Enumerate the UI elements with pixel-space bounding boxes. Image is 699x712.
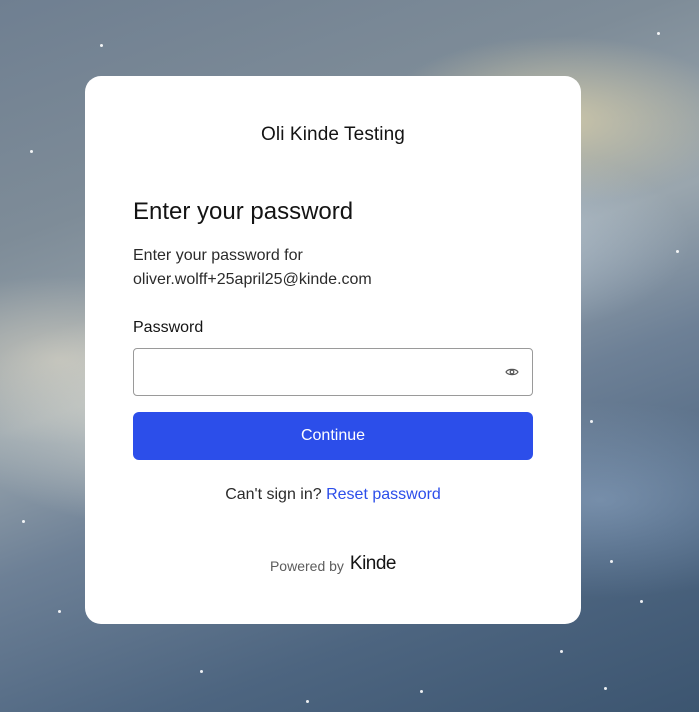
cant-sign-in-text: Can't sign in? [225,486,322,503]
instructions-text: Enter your password for [133,247,303,264]
kinde-logo[interactable]: Kinde [350,554,397,574]
password-label: Password [133,319,204,336]
eye-icon [505,368,519,376]
continue-button[interactable]: Continue [133,412,533,460]
reset-password-link[interactable]: Reset password [326,486,441,503]
password-input[interactable] [134,349,484,395]
password-instructions: Enter your password for oliver.wolff+25a… [133,244,533,292]
powered-by-text: Powered by [269,558,344,574]
password-field [133,348,533,396]
help-text: Can't sign in? Reset password [85,486,581,504]
login-card: Oli Kinde Testing Enter your password En… [85,76,581,624]
show-password-toggle[interactable] [502,362,522,382]
powered-by-footer: Powered by Kinde [85,554,581,575]
page-title: Enter your password [133,198,354,225]
account-email: oliver.wolff+25april25@kinde.com [133,271,372,288]
business-name: Oli Kinde Testing [261,124,405,145]
